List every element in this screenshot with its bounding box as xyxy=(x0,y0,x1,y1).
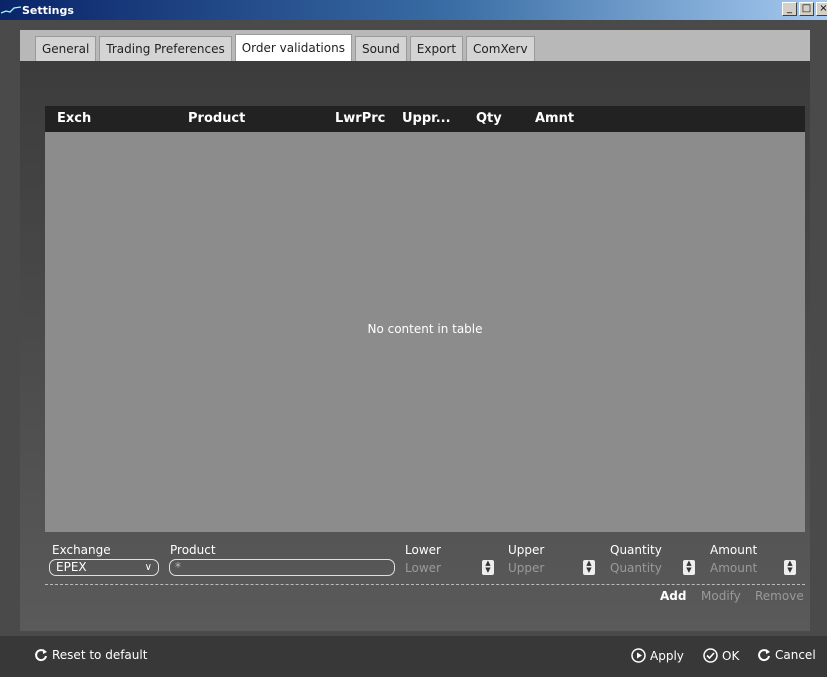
window-title: Settings xyxy=(22,3,74,17)
apply-button[interactable]: Apply xyxy=(631,648,684,663)
modify-button[interactable]: Modify xyxy=(701,589,741,603)
tab-trading-preferences[interactable]: Trading Preferences xyxy=(99,36,232,61)
empty-table-message: No content in table xyxy=(367,322,483,336)
reset-to-default-button[interactable]: Reset to default xyxy=(34,648,147,662)
exchange-select-value: EPEX xyxy=(56,560,87,574)
tab-bar: General Trading Preferences Order valida… xyxy=(20,30,810,61)
tab-export[interactable]: Export xyxy=(409,36,464,61)
amount-input[interactable]: Amount xyxy=(710,561,757,575)
remove-button[interactable]: Remove xyxy=(755,589,804,603)
column-header-uppr[interactable]: Uppr... xyxy=(402,111,451,126)
minimize-button[interactable]: _ xyxy=(782,2,797,16)
validations-table[interactable]: No content in table xyxy=(45,132,805,532)
exchange-label: Exchange xyxy=(52,543,111,557)
form-divider xyxy=(45,584,805,585)
product-label: Product xyxy=(170,543,216,557)
settings-dialog: General Trading Preferences Order valida… xyxy=(0,20,827,677)
order-validations-panel: Exch Product LwrPrc Uppr... Qty Amnt No … xyxy=(20,61,810,631)
quantity-input[interactable]: Quantity xyxy=(610,561,662,575)
ok-button[interactable]: OK xyxy=(703,648,739,663)
tab-comxerv[interactable]: ComXerv xyxy=(466,36,535,61)
app-logo-icon xyxy=(0,0,22,20)
amount-label: Amount xyxy=(710,543,758,557)
column-header-product[interactable]: Product xyxy=(188,111,245,126)
chevron-down-icon: ∨ xyxy=(144,562,152,573)
upper-label: Upper xyxy=(508,543,545,557)
lower-input[interactable]: Lower xyxy=(405,561,441,575)
cancel-button[interactable]: Cancel xyxy=(757,648,816,662)
tab-order-validations[interactable]: Order validations xyxy=(234,34,352,61)
column-header-exch[interactable]: Exch xyxy=(57,111,91,126)
product-input[interactable]: * xyxy=(169,559,395,576)
lower-label: Lower xyxy=(405,543,441,557)
maximize-button[interactable]: □ xyxy=(799,2,814,16)
window-controls: _ □ × xyxy=(782,2,827,16)
ok-label: OK xyxy=(722,648,740,663)
dialog-footer: Reset to default Apply OK Cancel xyxy=(0,636,827,677)
tab-general[interactable]: General xyxy=(35,36,97,61)
cancel-label: Cancel xyxy=(775,648,816,662)
reset-label: Reset to default xyxy=(52,648,148,662)
apply-label: Apply xyxy=(650,648,684,663)
amount-spinner-icon[interactable]: ▲ ▼ xyxy=(784,560,796,575)
undo-icon xyxy=(757,648,771,662)
add-button[interactable]: Add xyxy=(660,589,686,603)
check-circle-icon xyxy=(703,648,718,663)
table-header: Exch Product LwrPrc Uppr... Qty Amnt xyxy=(45,106,805,132)
upper-spinner-icon[interactable]: ▲ ▼ xyxy=(583,560,595,575)
tab-sound[interactable]: Sound xyxy=(354,36,407,61)
column-header-qty[interactable]: Qty xyxy=(476,111,502,126)
lower-spinner-icon[interactable]: ▲ ▼ xyxy=(482,560,494,575)
play-circle-icon xyxy=(631,648,646,663)
title-bar: Settings _ □ × xyxy=(0,0,827,20)
column-header-amnt[interactable]: Amnt xyxy=(535,111,574,126)
reset-icon xyxy=(34,648,48,662)
exchange-select[interactable]: EPEX ∨ xyxy=(49,559,159,576)
upper-input[interactable]: Upper xyxy=(508,561,544,575)
column-header-lwrprc[interactable]: LwrPrc xyxy=(335,111,385,126)
close-button[interactable]: × xyxy=(816,2,827,16)
quantity-spinner-icon[interactable]: ▲ ▼ xyxy=(683,560,695,575)
quantity-label: Quantity xyxy=(610,543,662,557)
